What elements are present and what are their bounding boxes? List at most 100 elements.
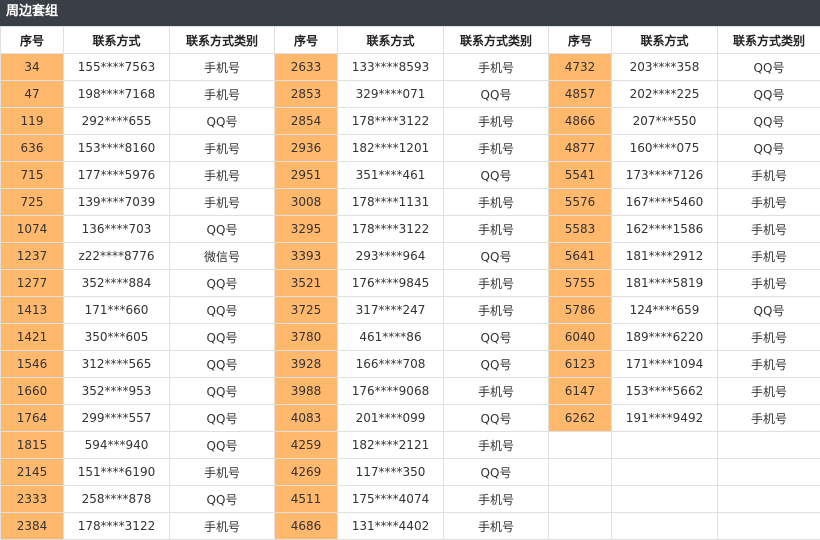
cell-index: 4732 — [549, 54, 612, 81]
cell-contact: 177****5976 — [64, 162, 170, 189]
cell-index: 4686 — [275, 513, 338, 540]
cell-contact-type: 手机号 — [170, 81, 275, 108]
cell-contact: 352****953 — [64, 378, 170, 405]
cell-index — [549, 513, 612, 540]
cell-contact-type: QQ号 — [444, 405, 549, 432]
cell-index: 6147 — [549, 378, 612, 405]
cell-contact-type: QQ号 — [170, 108, 275, 135]
cell-index: 2951 — [275, 162, 338, 189]
table-row: 2145151****6190手机号4269117****350QQ号 — [1, 459, 820, 486]
page-title: 周边套组 — [0, 0, 820, 26]
cell-index: 5576 — [549, 189, 612, 216]
cell-index: 2145 — [1, 459, 64, 486]
cell-index — [549, 432, 612, 459]
cell-contact-type: 手机号 — [170, 189, 275, 216]
cell-index: 6262 — [549, 405, 612, 432]
cell-index: 5541 — [549, 162, 612, 189]
cell-index: 2333 — [1, 486, 64, 513]
cell-contact-type: 手机号 — [444, 297, 549, 324]
cell-contact: 317****247 — [338, 297, 444, 324]
cell-index: 3928 — [275, 351, 338, 378]
cell-contact-type — [718, 459, 820, 486]
cell-contact-type: 手机号 — [718, 324, 820, 351]
table-row: 1413171***660QQ号3725317****247手机号5786124… — [1, 297, 820, 324]
cell-index: 2384 — [1, 513, 64, 540]
table-body: 34155****7563手机号2633133****8593手机号473220… — [1, 54, 820, 540]
cell-index: 1074 — [1, 216, 64, 243]
cell-contact: 176****9068 — [338, 378, 444, 405]
cell-contact: 117****350 — [338, 459, 444, 486]
table-row: 636153****8160手机号2936182****1201手机号48771… — [1, 135, 820, 162]
cell-index: 3008 — [275, 189, 338, 216]
cell-contact: 203****358 — [612, 54, 718, 81]
cell-contact: 189****6220 — [612, 324, 718, 351]
cell-index: 2854 — [275, 108, 338, 135]
cell-index — [549, 486, 612, 513]
cell-contact-type: QQ号 — [170, 324, 275, 351]
cell-contact: 153****5662 — [612, 378, 718, 405]
cell-contact-type: 手机号 — [444, 378, 549, 405]
cell-index: 1277 — [1, 270, 64, 297]
cell-contact-type: QQ号 — [444, 351, 549, 378]
cell-index: 4269 — [275, 459, 338, 486]
cell-contact — [612, 513, 718, 540]
table-row: 1074136****703QQ号3295178****3122手机号55831… — [1, 216, 820, 243]
cell-contact: 594***940 — [64, 432, 170, 459]
cell-index: 636 — [1, 135, 64, 162]
cell-contact: 202****225 — [612, 81, 718, 108]
cell-index: 47 — [1, 81, 64, 108]
cell-contact: 178****3122 — [338, 216, 444, 243]
cell-contact: 124****659 — [612, 297, 718, 324]
cell-contact-type: 微信号 — [170, 243, 275, 270]
cell-contact-type: 手机号 — [718, 216, 820, 243]
header-contact-type: 联系方式类别 — [170, 27, 275, 54]
cell-index — [549, 459, 612, 486]
cell-contact: 258****878 — [64, 486, 170, 513]
cell-contact: 352****884 — [64, 270, 170, 297]
cell-index: 4877 — [549, 135, 612, 162]
cell-index: 3295 — [275, 216, 338, 243]
cell-contact: 160****075 — [612, 135, 718, 162]
cell-contact: 293****964 — [338, 243, 444, 270]
cell-contact: 351****461 — [338, 162, 444, 189]
cell-contact: 131****4402 — [338, 513, 444, 540]
cell-index: 1815 — [1, 432, 64, 459]
cell-contact — [612, 459, 718, 486]
table-row: 1421350***605QQ号3780461****86QQ号6040189*… — [1, 324, 820, 351]
cell-contact — [612, 432, 718, 459]
table-row: 1237z22****8776微信号3393293****964QQ号56411… — [1, 243, 820, 270]
cell-index: 2633 — [275, 54, 338, 81]
cell-contact: 171***660 — [64, 297, 170, 324]
cell-index: 3393 — [275, 243, 338, 270]
cell-contact-type: 手机号 — [444, 486, 549, 513]
table-row: 2333258****878QQ号4511175****4074手机号 — [1, 486, 820, 513]
cell-index: 1546 — [1, 351, 64, 378]
cell-index: 34 — [1, 54, 64, 81]
cell-index: 4866 — [549, 108, 612, 135]
header-index: 序号 — [275, 27, 338, 54]
cell-contact-type: QQ号 — [170, 486, 275, 513]
cell-contact: 198****7168 — [64, 81, 170, 108]
cell-contact-type: 手机号 — [718, 189, 820, 216]
cell-contact-type: QQ号 — [444, 162, 549, 189]
cell-contact: 178****1131 — [338, 189, 444, 216]
cell-contact-type: 手机号 — [170, 459, 275, 486]
cell-contact: 207***550 — [612, 108, 718, 135]
cell-index: 1237 — [1, 243, 64, 270]
cell-contact: 299****557 — [64, 405, 170, 432]
cell-contact: 162****1586 — [612, 216, 718, 243]
cell-contact-type — [718, 432, 820, 459]
table-row: 1815594***940QQ号4259182****2121手机号 — [1, 432, 820, 459]
cell-contact: 151****6190 — [64, 459, 170, 486]
cell-index: 4511 — [275, 486, 338, 513]
header-contact-type: 联系方式类别 — [718, 27, 820, 54]
cell-contact: 329****071 — [338, 81, 444, 108]
cell-contact-type: QQ号 — [718, 54, 820, 81]
cell-contact-type: 手机号 — [170, 513, 275, 540]
table-row: 47198****7168手机号2853329****071QQ号4857202… — [1, 81, 820, 108]
cell-contact: 176****9845 — [338, 270, 444, 297]
cell-contact-type: 手机号 — [444, 135, 549, 162]
cell-contact-type: QQ号 — [444, 324, 549, 351]
contact-table: 序号 联系方式 联系方式类别 序号 联系方式 联系方式类别 序号 联系方式 联系… — [0, 26, 820, 540]
cell-contact-type: 手机号 — [170, 162, 275, 189]
